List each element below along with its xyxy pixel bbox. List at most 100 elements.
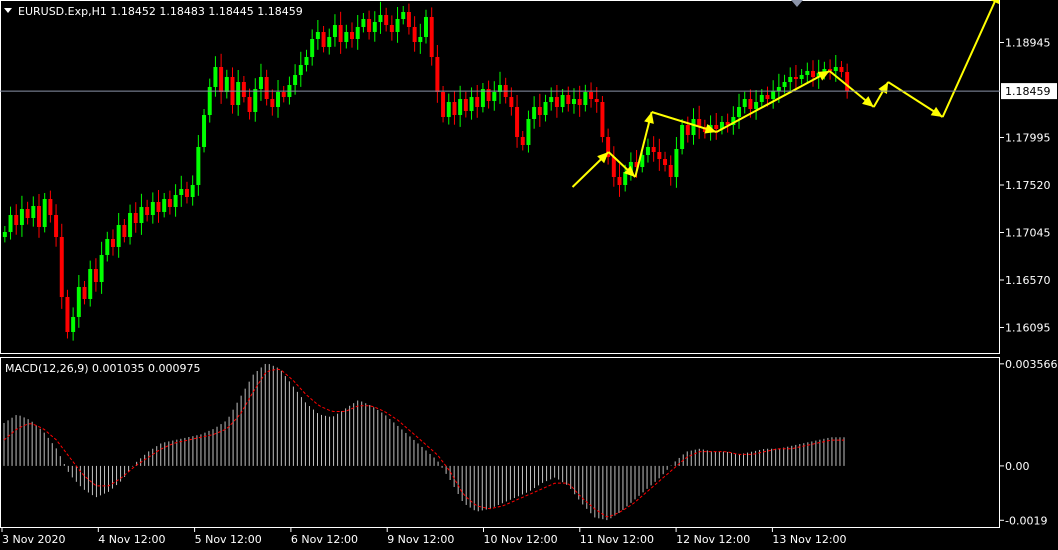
candle-body [571, 99, 576, 104]
time-tick-label: 13 Nov 12:00 [772, 533, 846, 546]
candle-body [110, 239, 115, 247]
candle-body [754, 102, 759, 109]
macd-tick-label: 0.003566 [1005, 358, 1058, 371]
price-tick-label: 1.18945 [1005, 37, 1051, 50]
candle-body [759, 95, 764, 102]
candle-body [258, 77, 263, 89]
candle-body [663, 159, 668, 165]
candle-body [520, 137, 525, 145]
candle-body [611, 157, 616, 177]
time-tick-label: 5 Nov 12:00 [195, 533, 262, 546]
candle-body [691, 119, 696, 135]
candle-body [42, 199, 47, 227]
candle-body [19, 209, 24, 225]
candle-body [577, 99, 582, 105]
candle-body [657, 152, 662, 159]
forecast-arrow [715, 70, 831, 133]
candle-body [554, 97, 559, 107]
candle-body [76, 287, 81, 317]
candle-body [532, 107, 537, 119]
price-tick-label: 1.16095 [1005, 322, 1051, 335]
candle-body [224, 77, 229, 92]
candle-body [54, 215, 59, 237]
trading-chart[interactable]: 1.18459 1.18945 1.17995 1.17520 1.17045 1.165… [0, 0, 1058, 550]
candle-body [589, 92, 594, 99]
candle-body [304, 57, 309, 65]
candle-body [805, 71, 810, 75]
symbol-header: EURUSD.Exp,H1 1.18452 1.18483 1.18445 1.… [18, 5, 303, 18]
candle-body [526, 119, 531, 145]
price-tick-label: 1.17995 [1005, 132, 1051, 145]
candle-body [537, 107, 542, 115]
candle-body [685, 125, 690, 135]
candle-body [315, 32, 320, 39]
candle-body [105, 239, 110, 255]
candle-body [680, 125, 685, 149]
candle-body [412, 27, 417, 42]
candle-body [298, 65, 303, 75]
candle-body [88, 269, 93, 299]
candle-body [549, 97, 554, 102]
time-tick-label: 6 Nov 12:00 [291, 533, 358, 546]
candle-body [492, 92, 497, 101]
candles-layer [2, 1, 850, 341]
candle-body [270, 99, 275, 107]
candle-body [196, 147, 201, 185]
candle-body [128, 213, 133, 237]
candle-body [25, 209, 30, 218]
candle-body [150, 202, 155, 215]
forecast-arrow-head [930, 106, 943, 117]
candle-body [811, 71, 815, 77]
candle-body [310, 39, 315, 57]
candle-body [293, 75, 298, 85]
candle-body [674, 149, 679, 177]
time-tick-label: 10 Nov 12:00 [484, 533, 558, 546]
time-tick-label: 9 Nov 12:00 [387, 533, 454, 546]
candle-body [372, 22, 377, 32]
candle-body [173, 195, 178, 207]
candle-body [776, 87, 781, 91]
candle-body [429, 17, 434, 57]
candle-body [509, 97, 514, 107]
forecast-arrow [941, 0, 997, 118]
candle-body [765, 95, 770, 99]
candle-body [406, 12, 411, 27]
candle-body [600, 102, 605, 137]
candle-body [219, 67, 224, 92]
candle-body [651, 147, 656, 152]
candle-body [65, 297, 70, 332]
candle-body [122, 225, 127, 237]
current-price-label: 1.18459 [1005, 85, 1051, 98]
candle-body [668, 165, 673, 177]
candle-body [48, 199, 53, 215]
candle-body [59, 237, 64, 297]
candle-body [145, 207, 150, 215]
candle-body [833, 67, 838, 71]
price-tick-label: 1.16570 [1005, 274, 1051, 287]
candle-body [344, 32, 349, 42]
candle-body [799, 75, 804, 79]
candle-body [247, 97, 252, 112]
candle-body [213, 67, 218, 87]
symbol-menu-icon[interactable] [4, 8, 12, 13]
candle-body [839, 67, 844, 72]
price-tick-label: 1.17520 [1005, 179, 1051, 192]
candle-body [31, 206, 36, 218]
candle-body [338, 25, 343, 42]
candle-body [327, 37, 332, 47]
candle-body [281, 92, 286, 97]
candle-body [179, 189, 184, 195]
candle-body [236, 82, 241, 105]
candle-body [771, 91, 776, 99]
time-tick-label: 4 Nov 12:00 [98, 533, 165, 546]
candle-body [714, 125, 719, 129]
candle-body [845, 72, 850, 92]
candle-body [99, 255, 104, 282]
candle-body [276, 92, 281, 107]
chart-shift-marker[interactable] [791, 0, 803, 7]
price-pane-frame [0, 0, 1000, 354]
candle-body [350, 32, 355, 39]
candle-body [424, 17, 428, 37]
candle-body [560, 95, 565, 107]
candle-body [441, 92, 446, 117]
